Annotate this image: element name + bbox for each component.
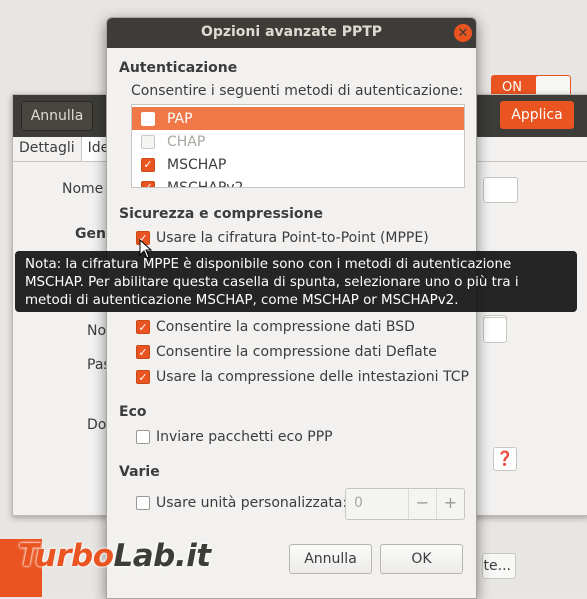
- checkbox-icon[interactable]: [141, 111, 155, 126]
- ok-button[interactable]: OK: [380, 544, 463, 574]
- name-label: Nome: [62, 181, 104, 197]
- auth-method-chap[interactable]: CHAP: [132, 130, 464, 153]
- checkbox-icon[interactable]: [141, 134, 155, 149]
- checkmark-icon[interactable]: ✓: [141, 180, 155, 187]
- checkmark-icon[interactable]: ✓: [136, 370, 150, 384]
- tcp-label: Usare la compressione delle intestazioni…: [156, 369, 469, 385]
- mouse-cursor-icon: [139, 239, 153, 259]
- gateway-input[interactable]: [483, 317, 507, 343]
- custom-unit-label: Usare unità personalizzata:: [156, 495, 348, 511]
- spin-value[interactable]: 0: [346, 489, 408, 519]
- auth-method-pap[interactable]: PAP: [132, 107, 464, 130]
- close-icon[interactable]: ✕: [454, 24, 472, 42]
- password-options-icon[interactable]: ❓: [493, 447, 517, 471]
- bsd-checkbox-row[interactable]: ✓ Consentire la compressione dati BSD: [136, 317, 415, 337]
- bg-apply-button[interactable]: Applica: [500, 101, 574, 129]
- deflate-label: Consentire la compressione dati Deflate: [156, 344, 437, 360]
- mppe-label: Usare la cifratura Point-to-Point (MPPE): [156, 230, 429, 246]
- mppe-tooltip: Nota: la cifratura MPPE è disponibile so…: [15, 251, 577, 312]
- checkmark-icon[interactable]: ✓: [136, 320, 150, 334]
- checkbox-icon[interactable]: [136, 430, 150, 444]
- minus-icon[interactable]: −: [408, 489, 436, 519]
- auth-method-label: MSCHAPv2: [167, 179, 244, 188]
- custom-unit-checkbox-row[interactable]: Usare unità personalizzata:: [136, 493, 347, 513]
- security-section-title: Sicurezza e compressione: [119, 206, 324, 222]
- watermark-part1: Turbo: [18, 538, 114, 574]
- dialog-titlebar: Opzioni avanzate PPTP ✕: [107, 18, 476, 48]
- bg-cancel-button[interactable]: Annulla: [21, 101, 93, 131]
- auth-method-mschapv2[interactable]: ✓ MSCHAPv2: [132, 176, 464, 188]
- tcp-checkbox-row[interactable]: ✓ Usare la compressione delle intestazio…: [136, 367, 469, 387]
- plus-icon[interactable]: +: [436, 489, 464, 519]
- auth-hint: Consentire i seguenti metodi di autentic…: [131, 83, 464, 99]
- unit-spinbutton[interactable]: 0 − +: [345, 488, 465, 520]
- cancel-button[interactable]: Annulla: [289, 544, 372, 574]
- mppe-checkbox-row[interactable]: ✓ Usare la cifratura Point-to-Point (MPP…: [136, 228, 429, 248]
- echo-checkbox-row[interactable]: Inviare pacchetti eco PPP: [136, 427, 333, 447]
- toggle-label: ON: [502, 79, 522, 95]
- echo-label: Inviare pacchetti eco PPP: [156, 429, 333, 445]
- watermark-part2: Lab.it: [113, 538, 212, 574]
- echo-section-title: Eco: [119, 404, 147, 420]
- auth-method-mschap[interactable]: ✓ MSCHAP: [132, 153, 464, 176]
- misc-section-title: Varie: [119, 464, 160, 480]
- checkmark-icon[interactable]: ✓: [141, 157, 155, 172]
- gateway-label: No: [87, 323, 107, 339]
- bsd-label: Consentire la compressione dati BSD: [156, 319, 415, 335]
- auth-method-list: PAP CHAP ✓ MSCHAP ✓ MSCHAPv2: [131, 104, 465, 188]
- tab-details[interactable]: Dettagli: [13, 137, 82, 161]
- auth-method-label: PAP: [167, 110, 193, 127]
- auth-method-label: MSCHAP: [167, 156, 227, 173]
- checkbox-icon[interactable]: [136, 496, 150, 510]
- advanced-button[interactable]: te...: [482, 553, 516, 579]
- watermark-logo: TurboLab.it: [18, 538, 211, 574]
- checkmark-icon[interactable]: ✓: [136, 345, 150, 359]
- deflate-checkbox-row[interactable]: ✓ Consentire la compressione dati Deflat…: [136, 342, 437, 362]
- auth-method-label: CHAP: [167, 133, 206, 150]
- dialog-title: Opzioni avanzate PPTP: [200, 24, 383, 40]
- domain-label: Do: [87, 417, 107, 433]
- auth-section-title: Autenticazione: [119, 60, 238, 76]
- name-input[interactable]: [483, 177, 518, 203]
